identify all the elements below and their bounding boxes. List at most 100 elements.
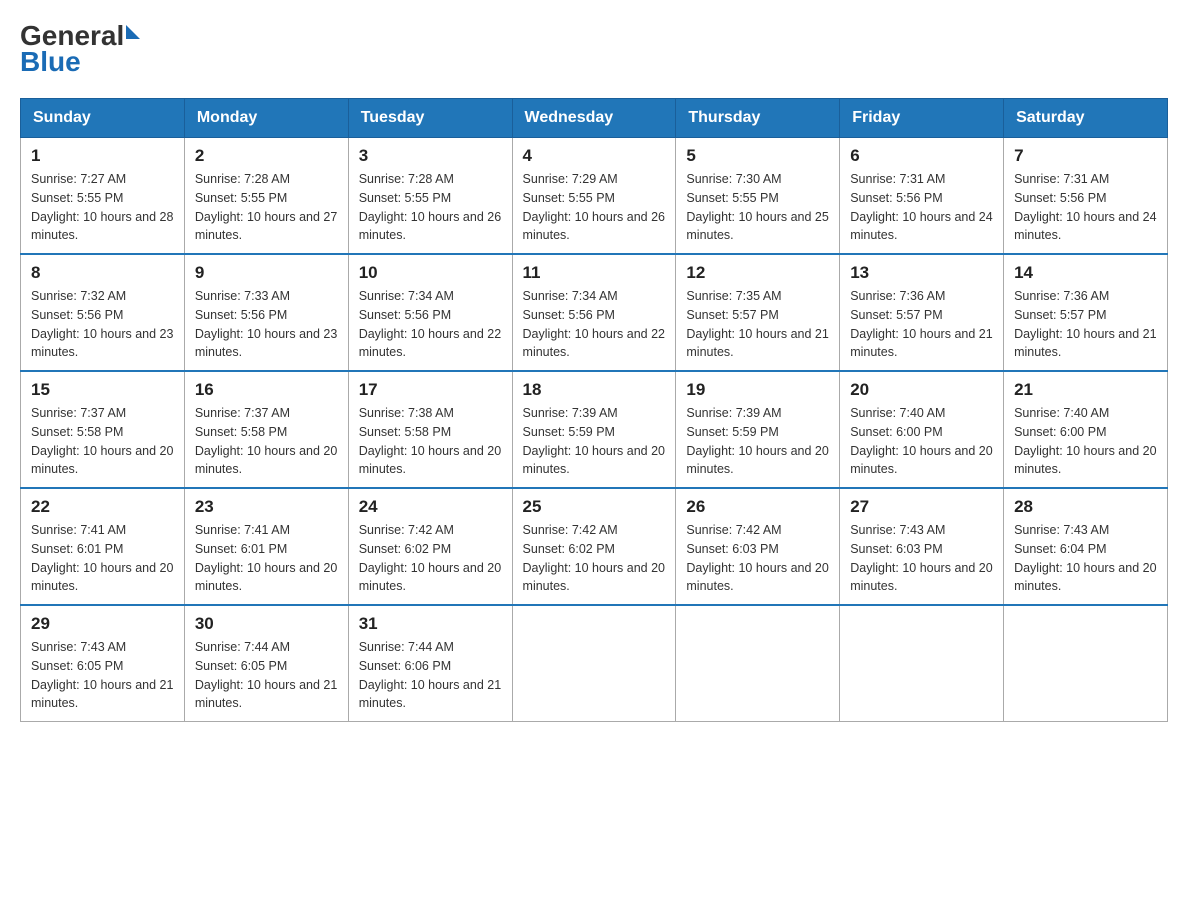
day-number: 2: [195, 146, 338, 166]
calendar-cell: 19 Sunrise: 7:39 AMSunset: 5:59 PMDayligh…: [676, 371, 840, 488]
day-number: 29: [31, 614, 174, 634]
day-number: 28: [1014, 497, 1157, 517]
day-info: Sunrise: 7:34 AMSunset: 5:56 PMDaylight:…: [359, 287, 502, 362]
calendar-cell: 10 Sunrise: 7:34 AMSunset: 5:56 PMDayligh…: [348, 254, 512, 371]
weekday-header-sunday: Sunday: [21, 99, 185, 138]
calendar-cell: [840, 605, 1004, 722]
day-info: Sunrise: 7:37 AMSunset: 5:58 PMDaylight:…: [195, 404, 338, 479]
day-info: Sunrise: 7:32 AMSunset: 5:56 PMDaylight:…: [31, 287, 174, 362]
calendar-cell: 11 Sunrise: 7:34 AMSunset: 5:56 PMDayligh…: [512, 254, 676, 371]
day-number: 7: [1014, 146, 1157, 166]
day-number: 6: [850, 146, 993, 166]
logo: General Blue: [20, 20, 140, 78]
day-info: Sunrise: 7:44 AMSunset: 6:06 PMDaylight:…: [359, 638, 502, 713]
calendar-week-5: 29 Sunrise: 7:43 AMSunset: 6:05 PMDayligh…: [21, 605, 1168, 722]
calendar-cell: 29 Sunrise: 7:43 AMSunset: 6:05 PMDayligh…: [21, 605, 185, 722]
day-number: 13: [850, 263, 993, 283]
day-info: Sunrise: 7:28 AMSunset: 5:55 PMDaylight:…: [195, 170, 338, 245]
day-info: Sunrise: 7:39 AMSunset: 5:59 PMDaylight:…: [523, 404, 666, 479]
day-number: 15: [31, 380, 174, 400]
day-info: Sunrise: 7:41 AMSunset: 6:01 PMDaylight:…: [31, 521, 174, 596]
logo-triangle-icon: [126, 25, 140, 39]
calendar-cell: 30 Sunrise: 7:44 AMSunset: 6:05 PMDayligh…: [184, 605, 348, 722]
calendar-cell: 15 Sunrise: 7:37 AMSunset: 5:58 PMDayligh…: [21, 371, 185, 488]
day-info: Sunrise: 7:35 AMSunset: 5:57 PMDaylight:…: [686, 287, 829, 362]
day-number: 20: [850, 380, 993, 400]
day-info: Sunrise: 7:43 AMSunset: 6:03 PMDaylight:…: [850, 521, 993, 596]
day-info: Sunrise: 7:43 AMSunset: 6:05 PMDaylight:…: [31, 638, 174, 713]
calendar-table: SundayMondayTuesdayWednesdayThursdayFrid…: [20, 98, 1168, 722]
day-number: 31: [359, 614, 502, 634]
day-number: 18: [523, 380, 666, 400]
logo-blue: Blue: [20, 46, 140, 78]
day-number: 30: [195, 614, 338, 634]
day-info: Sunrise: 7:31 AMSunset: 5:56 PMDaylight:…: [1014, 170, 1157, 245]
day-number: 25: [523, 497, 666, 517]
day-number: 16: [195, 380, 338, 400]
day-number: 26: [686, 497, 829, 517]
calendar-cell: [676, 605, 840, 722]
calendar-week-4: 22 Sunrise: 7:41 AMSunset: 6:01 PMDayligh…: [21, 488, 1168, 605]
day-number: 10: [359, 263, 502, 283]
day-number: 4: [523, 146, 666, 166]
weekday-header-wednesday: Wednesday: [512, 99, 676, 138]
page-header: General Blue: [20, 20, 1168, 78]
day-info: Sunrise: 7:37 AMSunset: 5:58 PMDaylight:…: [31, 404, 174, 479]
day-number: 11: [523, 263, 666, 283]
calendar-cell: 5 Sunrise: 7:30 AMSunset: 5:55 PMDaylight…: [676, 138, 840, 255]
day-info: Sunrise: 7:33 AMSunset: 5:56 PMDaylight:…: [195, 287, 338, 362]
day-number: 8: [31, 263, 174, 283]
day-number: 27: [850, 497, 993, 517]
day-number: 1: [31, 146, 174, 166]
day-info: Sunrise: 7:40 AMSunset: 6:00 PMDaylight:…: [850, 404, 993, 479]
day-info: Sunrise: 7:40 AMSunset: 6:00 PMDaylight:…: [1014, 404, 1157, 479]
day-info: Sunrise: 7:41 AMSunset: 6:01 PMDaylight:…: [195, 521, 338, 596]
calendar-cell: 3 Sunrise: 7:28 AMSunset: 5:55 PMDaylight…: [348, 138, 512, 255]
calendar-cell: 26Sunrise: 7:42 AMSunset: 6:03 PMDayligh…: [676, 488, 840, 605]
calendar-cell: 22 Sunrise: 7:41 AMSunset: 6:01 PMDayligh…: [21, 488, 185, 605]
day-info: Sunrise: 7:28 AMSunset: 5:55 PMDaylight:…: [359, 170, 502, 245]
day-number: 24: [359, 497, 502, 517]
day-info: Sunrise: 7:42 AMSunset: 6:02 PMDaylight:…: [359, 521, 502, 596]
calendar-cell: 2 Sunrise: 7:28 AMSunset: 5:55 PMDaylight…: [184, 138, 348, 255]
day-info: Sunrise: 7:34 AMSunset: 5:56 PMDaylight:…: [523, 287, 666, 362]
weekday-header-tuesday: Tuesday: [348, 99, 512, 138]
weekday-header-saturday: Saturday: [1004, 99, 1168, 138]
calendar-cell: 8 Sunrise: 7:32 AMSunset: 5:56 PMDaylight…: [21, 254, 185, 371]
calendar-cell: 14 Sunrise: 7:36 AMSunset: 5:57 PMDayligh…: [1004, 254, 1168, 371]
day-number: 3: [359, 146, 502, 166]
day-number: 5: [686, 146, 829, 166]
calendar-cell: 20 Sunrise: 7:40 AMSunset: 6:00 PMDayligh…: [840, 371, 1004, 488]
calendar-cell: 7 Sunrise: 7:31 AMSunset: 5:56 PMDaylight…: [1004, 138, 1168, 255]
day-info: Sunrise: 7:27 AMSunset: 5:55 PMDaylight:…: [31, 170, 174, 245]
weekday-header-friday: Friday: [840, 99, 1004, 138]
calendar-week-1: 1 Sunrise: 7:27 AMSunset: 5:55 PMDaylight…: [21, 138, 1168, 255]
day-number: 22: [31, 497, 174, 517]
day-info: Sunrise: 7:39 AMSunset: 5:59 PMDaylight:…: [686, 404, 829, 479]
calendar-cell: [1004, 605, 1168, 722]
calendar-cell: 21 Sunrise: 7:40 AMSunset: 6:00 PMDayligh…: [1004, 371, 1168, 488]
calendar-cell: 12Sunrise: 7:35 AMSunset: 5:57 PMDayligh…: [676, 254, 840, 371]
day-info: Sunrise: 7:43 AMSunset: 6:04 PMDaylight:…: [1014, 521, 1157, 596]
calendar-cell: 16 Sunrise: 7:37 AMSunset: 5:58 PMDayligh…: [184, 371, 348, 488]
day-info: Sunrise: 7:42 AMSunset: 6:02 PMDaylight:…: [523, 521, 666, 596]
calendar-cell: 17Sunrise: 7:38 AMSunset: 5:58 PMDayligh…: [348, 371, 512, 488]
calendar-cell: 18 Sunrise: 7:39 AMSunset: 5:59 PMDayligh…: [512, 371, 676, 488]
day-number: 21: [1014, 380, 1157, 400]
weekday-header-thursday: Thursday: [676, 99, 840, 138]
day-info: Sunrise: 7:30 AMSunset: 5:55 PMDaylight:…: [686, 170, 829, 245]
day-number: 14: [1014, 263, 1157, 283]
day-number: 19: [686, 380, 829, 400]
calendar-cell: 31 Sunrise: 7:44 AMSunset: 6:06 PMDayligh…: [348, 605, 512, 722]
day-number: 23: [195, 497, 338, 517]
calendar-cell: 25 Sunrise: 7:42 AMSunset: 6:02 PMDayligh…: [512, 488, 676, 605]
day-info: Sunrise: 7:44 AMSunset: 6:05 PMDaylight:…: [195, 638, 338, 713]
calendar-cell: 4Sunrise: 7:29 AMSunset: 5:55 PMDaylight…: [512, 138, 676, 255]
day-number: 9: [195, 263, 338, 283]
calendar-cell: 28 Sunrise: 7:43 AMSunset: 6:04 PMDayligh…: [1004, 488, 1168, 605]
calendar-cell: 24 Sunrise: 7:42 AMSunset: 6:02 PMDayligh…: [348, 488, 512, 605]
day-info: Sunrise: 7:36 AMSunset: 5:57 PMDaylight:…: [1014, 287, 1157, 362]
calendar-week-2: 8 Sunrise: 7:32 AMSunset: 5:56 PMDaylight…: [21, 254, 1168, 371]
calendar-week-3: 15 Sunrise: 7:37 AMSunset: 5:58 PMDayligh…: [21, 371, 1168, 488]
day-info: Sunrise: 7:36 AMSunset: 5:57 PMDaylight:…: [850, 287, 993, 362]
